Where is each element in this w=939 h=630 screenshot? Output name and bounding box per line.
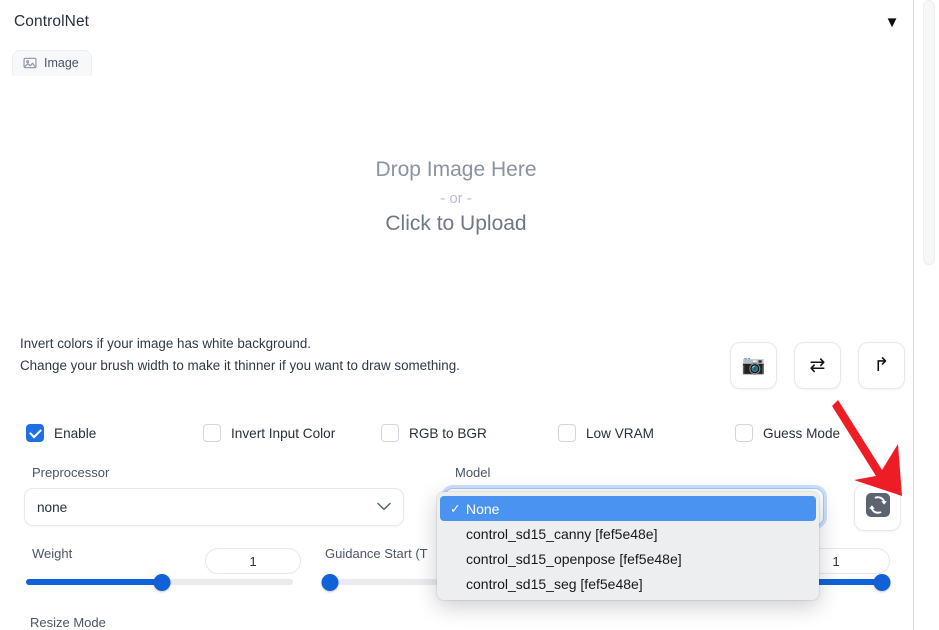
caret-down-icon[interactable]: ▼ <box>881 13 903 33</box>
guidance-start-slider-knob[interactable] <box>321 573 339 591</box>
options-checkbox-row: Enable Invert Input Color RGB to BGR Low… <box>26 424 906 446</box>
preprocessor-value: none <box>37 499 68 515</box>
hint-line-2: Change your brush width to make it thinn… <box>20 358 460 373</box>
checkbox-rgb-to-bgr-box[interactable] <box>381 424 399 442</box>
checkbox-guess-mode[interactable]: Guess Mode <box>735 424 840 442</box>
checkbox-rgb-to-bgr-label: RGB to BGR <box>409 425 487 441</box>
controlnet-panel: ControlNet ▼ Image Drop Image Here - or … <box>0 0 939 630</box>
weight-slider-fill <box>26 579 163 585</box>
dropzone-or-text: - or - <box>440 189 472 207</box>
panel-right-divider <box>913 0 914 630</box>
page-scrollbar-thumb[interactable] <box>923 0 935 265</box>
guidance-end-slider-knob[interactable] <box>873 573 891 591</box>
check-icon: ✓ <box>450 502 461 516</box>
weight-slider[interactable] <box>26 573 293 591</box>
model-label: Model <box>455 465 491 480</box>
guidance-start-label: Guidance Start (T <box>325 546 428 561</box>
camera-icon: 📷 <box>741 355 766 376</box>
model-option-none-label: None <box>466 500 500 517</box>
model-option-seg[interactable]: control_sd15_seg [fef5e48e] <box>440 571 816 596</box>
chevron-down-icon <box>377 500 391 514</box>
model-option-canny[interactable]: control_sd15_canny [fef5e48e] <box>440 521 816 546</box>
image-icon <box>23 56 37 70</box>
tabstrip: Image <box>12 50 92 76</box>
checkbox-enable-label: Enable <box>54 425 97 441</box>
send-up-icon: ↱ <box>873 355 890 376</box>
preprocessor-select[interactable]: none <box>24 488 404 526</box>
model-dropdown-list[interactable]: ✓ None control_sd15_canny [fef5e48e] con… <box>437 492 819 600</box>
swap-arrows-icon: ⇄ <box>809 355 826 376</box>
checkbox-rgb-to-bgr[interactable]: RGB to BGR <box>381 424 487 442</box>
refresh-models-button[interactable] <box>854 484 901 531</box>
checkbox-enable-box[interactable] <box>26 424 44 442</box>
dropzone-upload-text: Click to Upload <box>385 211 527 235</box>
weight-slider-knob[interactable] <box>153 573 171 591</box>
checkbox-low-vram-label: Low VRAM <box>586 425 654 441</box>
checkbox-low-vram[interactable]: Low VRAM <box>558 424 654 442</box>
image-action-buttons: 📷 ⇄ ↱ <box>730 342 905 389</box>
tab-image[interactable]: Image <box>12 50 92 76</box>
page-title: ControlNet <box>14 13 90 30</box>
dropzone-primary-text: Drop Image Here <box>375 157 537 181</box>
model-option-openpose[interactable]: control_sd15_openpose [fef5e48e] <box>440 546 816 571</box>
checkbox-invert-input-color[interactable]: Invert Input Color <box>203 424 335 442</box>
page-scrollbar[interactable] <box>923 0 939 630</box>
checkbox-guess-mode-label: Guess Mode <box>763 425 841 441</box>
refresh-icon <box>865 492 891 523</box>
send-button[interactable]: ↱ <box>858 342 905 389</box>
panel-header: ControlNet ▼ <box>0 0 913 44</box>
checkbox-invert-input-color-box[interactable] <box>203 424 221 442</box>
model-option-canny-label: control_sd15_canny [fef5e48e] <box>466 525 658 542</box>
image-dropzone[interactable]: Drop Image Here - or - Click to Upload <box>12 82 900 312</box>
checkbox-invert-input-color-label: Invert Input Color <box>231 425 336 441</box>
weight-value-input[interactable]: 1 <box>205 548 301 574</box>
hint-text-block: Invert colors if your image has white ba… <box>20 333 660 377</box>
tab-image-label: Image <box>44 56 79 70</box>
swap-button[interactable]: ⇄ <box>794 342 841 389</box>
model-option-seg-label: control_sd15_seg [fef5e48e] <box>466 575 643 592</box>
model-option-openpose-label: control_sd15_openpose [fef5e48e] <box>466 550 682 567</box>
checkbox-low-vram-box[interactable] <box>558 424 576 442</box>
checkbox-guess-mode-box[interactable] <box>735 424 753 442</box>
resize-mode-label: Resize Mode <box>30 615 106 630</box>
model-option-none[interactable]: ✓ None <box>440 496 816 521</box>
checkbox-enable[interactable]: Enable <box>26 424 96 442</box>
preprocessor-label: Preprocessor <box>32 465 110 480</box>
hint-line-1: Invert colors if your image has white ba… <box>20 336 312 351</box>
camera-button[interactable]: 📷 <box>730 342 777 389</box>
weight-label: Weight <box>32 546 73 561</box>
